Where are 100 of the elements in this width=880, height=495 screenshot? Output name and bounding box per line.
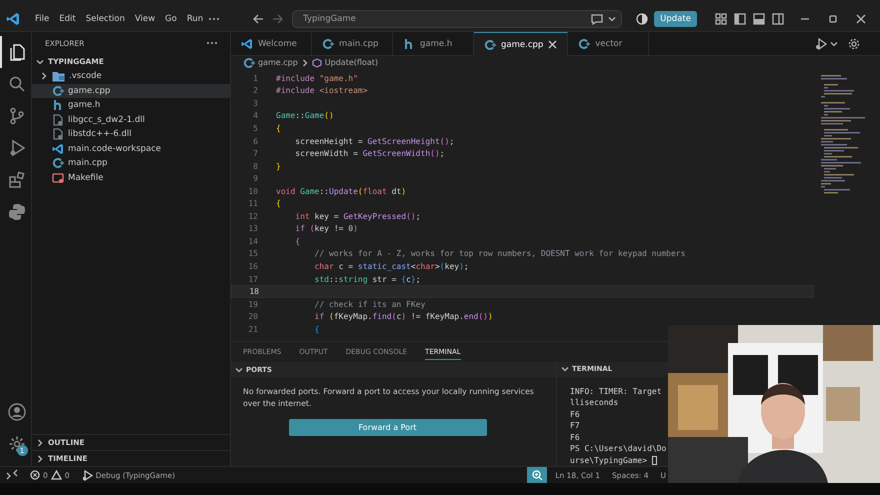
breadcrumb-item[interactable]: game.cpp <box>258 58 298 67</box>
remote-icon[interactable] <box>6 469 18 481</box>
line-number: 3 <box>252 98 259 108</box>
code-line: void Game::Update(float dt) <box>276 186 406 196</box>
close-icon[interactable] <box>548 40 558 49</box>
line-number: 6 <box>252 136 259 146</box>
code-line: { <box>276 199 281 208</box>
header-file-icon <box>52 99 64 112</box>
terminal-line: F6 <box>570 432 581 443</box>
extensions-icon[interactable] <box>8 171 26 189</box>
line-number: 10 <box>247 186 259 196</box>
code-line: screenWidth = GetScreenWidth(); <box>294 149 445 158</box>
menu-item[interactable]: View <box>130 12 160 26</box>
editor-tab[interactable]: vector <box>568 32 650 55</box>
editor-tab[interactable]: Welcome <box>231 32 312 55</box>
line-number: 1 <box>252 74 259 83</box>
command-center[interactable]: TypingGame <box>292 10 622 28</box>
line-number: 17 <box>247 274 259 284</box>
menu-item[interactable]: Edit <box>54 12 81 26</box>
python-icon[interactable] <box>8 203 26 221</box>
zoom-button[interactable] <box>527 467 548 483</box>
code-line: // check if its an FKey <box>314 300 426 309</box>
code-line: char c = static_cast<char>(key); <box>314 262 469 271</box>
line-number: 21 <box>247 324 259 334</box>
cpp-file-icon <box>484 38 496 50</box>
code-line: if (key != 0) <box>294 224 358 234</box>
terminal-line: INFO: TIMER: Target <box>570 386 663 397</box>
cpp-file-icon <box>52 84 64 97</box>
code-line: std::string str = {c}; <box>314 274 421 284</box>
branch-icon[interactable] <box>8 107 26 125</box>
line-number: 2 <box>252 86 259 96</box>
cpp-file-icon <box>322 38 334 50</box>
more-icon[interactable] <box>206 41 218 45</box>
forward-icon[interactable] <box>272 12 284 24</box>
account-icon[interactable] <box>8 403 26 421</box>
code-line: { <box>294 236 300 246</box>
panel-toggle-icon[interactable] <box>753 12 765 24</box>
tree-item[interactable]: libgcc_s_dw2-1.dll <box>32 112 230 127</box>
line-number: 16 <box>247 262 259 271</box>
secondary-sidebar-icon[interactable] <box>772 12 784 24</box>
update-button[interactable]: Update <box>654 10 697 26</box>
tree-item[interactable]: main.code-workspace <box>32 142 230 156</box>
zoom-icon <box>532 470 543 480</box>
makefile-icon <box>52 172 64 184</box>
run-debug-icon[interactable] <box>8 139 26 157</box>
close-icon[interactable] <box>856 14 866 24</box>
menu-item[interactable]: Go <box>160 12 182 26</box>
files-icon[interactable] <box>8 43 26 61</box>
tree-item[interactable]: Makefile <box>32 170 230 185</box>
forward-port-button[interactable]: Forward a Port <box>288 419 486 436</box>
line-number: 4 <box>252 111 259 120</box>
line-number: 9 <box>252 174 259 184</box>
line-number: 14 <box>247 236 259 246</box>
chat-icon[interactable] <box>590 12 604 24</box>
terminal-line: urse\TypingGame> <box>570 456 648 465</box>
settings-icon[interactable] <box>848 38 860 50</box>
more-icon[interactable] <box>208 16 220 20</box>
terminal-line: PS C:\Users\david\Do <box>570 443 668 454</box>
cpp-file-icon <box>578 38 590 50</box>
chevron-icon <box>300 58 309 66</box>
editor-tab[interactable]: main.cpp <box>312 32 393 55</box>
code-line: screenHeight = GetScreenHeight(); <box>294 136 454 146</box>
tree-item[interactable]: game.h <box>32 98 230 112</box>
menu-item[interactable]: Run <box>182 12 208 26</box>
error-icon <box>30 470 40 480</box>
back-icon[interactable] <box>252 12 264 24</box>
sidebar-toggle-icon[interactable] <box>734 12 746 24</box>
chevron-icon <box>608 14 616 22</box>
line-number: 19 <box>247 300 259 309</box>
code-line: #include "game.h" <box>276 74 358 83</box>
line-number: 7 <box>252 149 259 158</box>
accounts-half-icon[interactable] <box>636 12 648 24</box>
tree-item[interactable]: main.cpp <box>32 156 230 170</box>
warning-icon <box>50 470 62 480</box>
run-debug-icon[interactable] <box>815 38 827 50</box>
code-line: int key = GetKeyPressed(); <box>294 212 421 221</box>
menu-item[interactable]: File <box>30 12 54 26</box>
code-line: #include <iostream> <box>276 86 368 96</box>
restore-icon[interactable] <box>828 14 838 24</box>
editor-tab[interactable]: game.cpp <box>474 32 568 56</box>
code-line: { <box>314 324 320 334</box>
tree-item[interactable]: libstdc++-6.dll <box>32 127 230 142</box>
chevron-icon <box>561 365 569 374</box>
chevron-icon <box>830 40 838 48</box>
terminal-cursor <box>652 456 657 465</box>
tree-item[interactable]: .vscode <box>32 69 230 84</box>
header-file-icon <box>403 38 415 50</box>
layout-icon[interactable] <box>715 12 727 24</box>
code-line: if (fKeyMap.find(c) != fKeyMap.end()) <box>314 312 493 322</box>
menu-item[interactable]: Selection <box>80 12 130 26</box>
tree-item[interactable]: game.cpp <box>32 84 230 98</box>
settings-icon[interactable] <box>8 435 26 453</box>
breadcrumb-item[interactable]: Update(float) <box>324 58 378 67</box>
terminal-line: F7 <box>570 420 581 432</box>
line-number: 20 <box>247 312 259 322</box>
vscode-logo-icon <box>52 142 64 155</box>
search-icon[interactable] <box>8 75 26 93</box>
chevron-icon <box>235 366 243 374</box>
method-icon <box>312 58 322 68</box>
terminal-line: lliseconds <box>570 397 620 408</box>
